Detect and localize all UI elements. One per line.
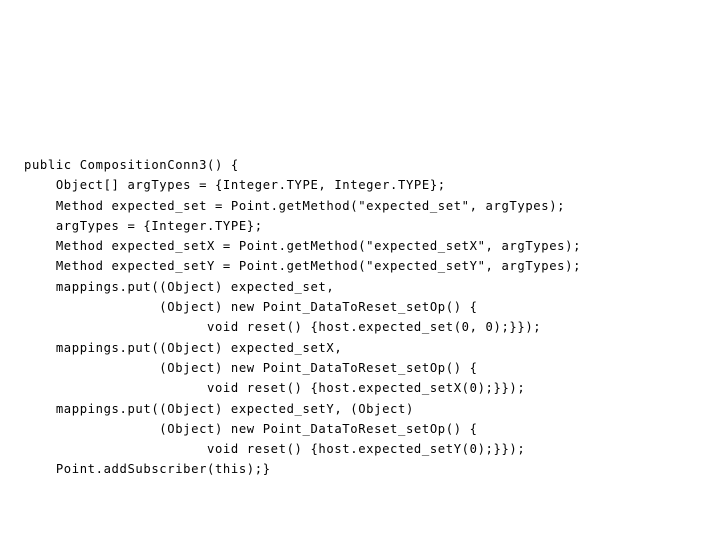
code-line: Method expected_setY = Point.getMethod("… — [24, 259, 582, 274]
code-block: public CompositionConn3() { Object[] arg… — [24, 155, 696, 480]
code-line: (Object) new Point_DataToReset_setOp() { — [24, 360, 478, 375]
code-line: mappings.put((Object) expected_setY, (Ob… — [24, 401, 414, 416]
code-line: Method expected_set = Point.getMethod("e… — [24, 198, 566, 213]
code-line: Method expected_setX = Point.getMethod("… — [24, 239, 582, 254]
code-line: void reset() {host.expected_set(0, 0);}}… — [24, 320, 542, 335]
slide-canvas: public CompositionConn3() { Object[] arg… — [0, 0, 720, 540]
code-line: mappings.put((Object) expected_set, — [24, 279, 335, 294]
code-line: argTypes = {Integer.TYPE}; — [24, 218, 263, 233]
code-line: Point.addSubscriber(this);} — [24, 462, 271, 477]
code-line: public CompositionConn3() { — [24, 158, 239, 172]
code-line: void reset() {host.expected_setY(0);}}); — [24, 442, 526, 457]
code-line: void reset() {host.expected_setX(0);}}); — [24, 381, 526, 396]
code-line: Object[] argTypes = {Integer.TYPE, Integ… — [24, 178, 446, 193]
code-line: (Object) new Point_DataToReset_setOp() { — [24, 300, 478, 315]
code-listing: public CompositionConn3() { Object[] arg… — [24, 155, 696, 480]
code-line: mappings.put((Object) expected_setX, — [24, 340, 343, 355]
code-line: (Object) new Point_DataToReset_setOp() { — [24, 421, 478, 436]
